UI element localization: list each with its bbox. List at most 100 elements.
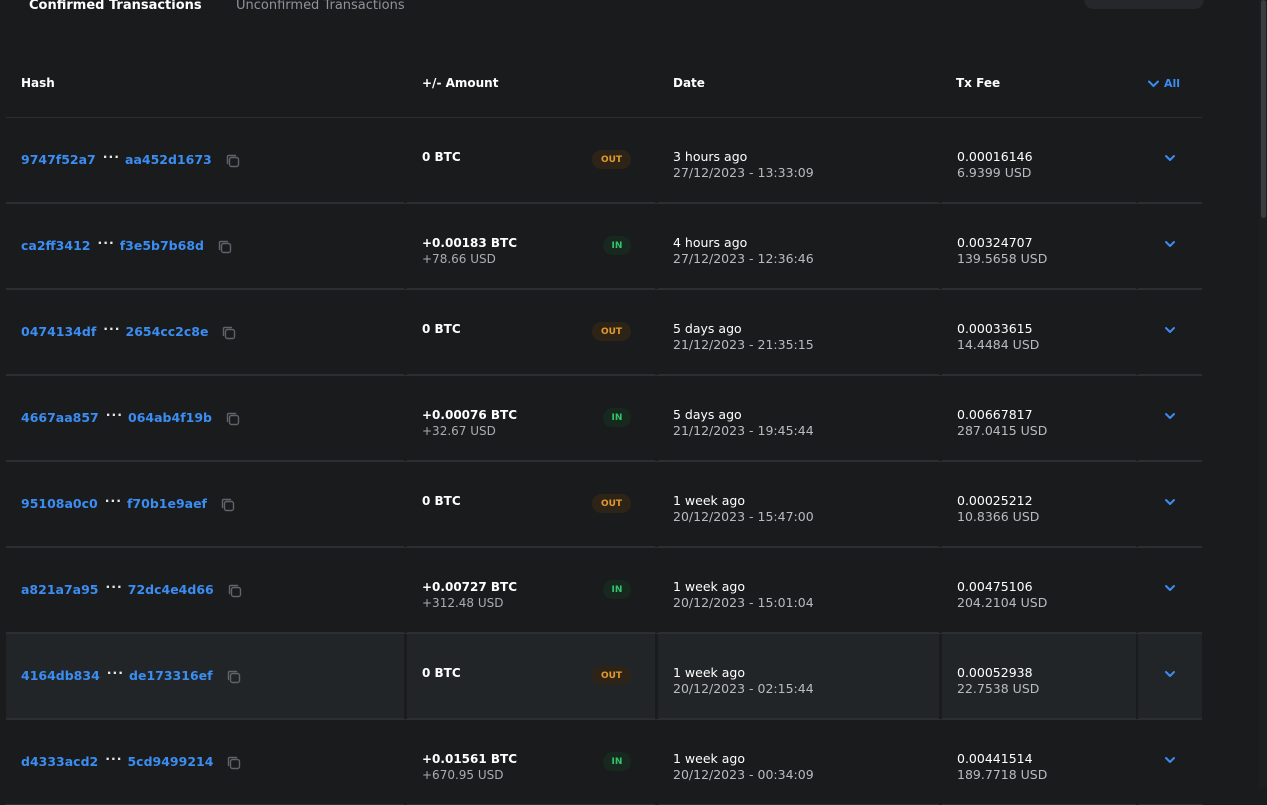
ellipsis-icon: ··· <box>104 492 122 508</box>
date-cell: 3 hours ago 27/12/2023 - 13:33:09 <box>658 118 939 203</box>
date-relative: 1 week ago <box>673 579 745 594</box>
expand-cell <box>1138 290 1202 375</box>
table-row[interactable]: 4164db834 ··· de173316ef 0 BTC OUT 1 wee… <box>6 633 1202 719</box>
tab-unconfirmed-transactions[interactable]: Unconfirmed Transactions <box>236 0 405 14</box>
fee-cell: 0.00667817 287.0415 USD <box>942 376 1136 461</box>
amount-btc: +0.00076 BTC <box>422 408 518 422</box>
copy-icon[interactable] <box>227 583 243 599</box>
amount-cell: 0 BTC OUT <box>407 118 655 203</box>
direction-badge: OUT <box>592 494 631 513</box>
hash-cell: 9747f52a7 ··· aa452d1673 <box>6 118 404 203</box>
expand-cell <box>1138 118 1202 203</box>
table-row[interactable]: ca2ff3412 ··· f3e5b7b68d +0.00183 BTC +7… <box>6 203 1202 289</box>
date-relative: 3 hours ago <box>673 149 748 164</box>
fee-cell: 0.00052938 22.7538 USD <box>942 634 1136 719</box>
direction-badge: OUT <box>592 666 631 685</box>
hash-cell: 4667aa857 ··· 064ab4f19b <box>6 376 404 461</box>
tab-confirmed-transactions[interactable]: Confirmed Transactions <box>29 0 202 14</box>
fee-cell: 0.00475106 204.2104 USD <box>942 548 1136 633</box>
copy-icon[interactable] <box>226 755 242 771</box>
transaction-hash-link[interactable]: d4333acd2 ··· 5cd9499214 <box>21 751 242 771</box>
transaction-hash-link[interactable]: 0474134df ··· 2654cc2c8e <box>21 320 237 341</box>
ellipsis-icon: ··· <box>103 320 121 336</box>
table-row[interactable]: 0474134df ··· 2654cc2c8e 0 BTC OUT 5 day… <box>6 289 1202 375</box>
direction-badge: IN <box>603 408 631 427</box>
column-header-amount: +/- Amount <box>422 76 499 90</box>
chevron-down-icon[interactable] <box>1164 668 1176 680</box>
date-relative: 1 week ago <box>673 751 745 766</box>
hash-end: 2654cc2c8e <box>125 323 209 339</box>
hash-start: 0474134df <box>21 323 97 339</box>
date-cell: 1 week ago 20/12/2023 - 02:15:44 <box>658 634 939 719</box>
hash-cell: 95108a0c0 ··· f70b1e9aef <box>6 462 404 547</box>
hash-cell: a821a7a95 ··· 72dc4e4d66 <box>6 548 404 633</box>
date-full: 20/12/2023 - 15:47:00 <box>673 509 814 524</box>
transaction-hash-link[interactable]: ca2ff3412 ··· f3e5b7b68d <box>21 235 233 255</box>
copy-icon[interactable] <box>225 153 241 169</box>
hash-end: 064ab4f19b <box>128 409 212 425</box>
fee-btc: 0.00441514 <box>957 751 1033 766</box>
filter-all-dropdown[interactable]: All <box>1148 76 1180 91</box>
toolbar-pill[interactable] <box>1084 0 1204 9</box>
date-full: 20/12/2023 - 02:15:44 <box>673 681 814 696</box>
amount-cell: +0.00076 BTC +32.67 USD IN <box>407 376 655 461</box>
chevron-down-icon[interactable] <box>1164 754 1176 766</box>
expand-cell <box>1138 204 1202 289</box>
hash-cell: ca2ff3412 ··· f3e5b7b68d <box>6 204 404 289</box>
hash-end: aa452d1673 <box>125 151 212 167</box>
expand-cell <box>1138 376 1202 461</box>
table-row[interactable]: d4333acd2 ··· 5cd9499214 +0.01561 BTC +6… <box>6 719 1202 805</box>
chevron-down-icon[interactable] <box>1164 496 1176 508</box>
copy-icon[interactable] <box>221 325 237 341</box>
hash-start: d4333acd2 <box>21 753 99 769</box>
transaction-hash-link[interactable]: 9747f52a7 ··· aa452d1673 <box>21 148 241 169</box>
amount-cell: 0 BTC OUT <box>407 462 655 547</box>
fee-usd: 6.9399 USD <box>957 165 1032 180</box>
chevron-down-icon[interactable] <box>1164 238 1176 250</box>
transaction-hash-link[interactable]: 95108a0c0 ··· f70b1e9aef <box>21 492 236 513</box>
ellipsis-icon: ··· <box>105 406 124 422</box>
copy-icon[interactable] <box>217 239 233 255</box>
scrollbar-thumb[interactable] <box>1261 0 1266 218</box>
amount-btc: 0 BTC <box>422 494 461 508</box>
amount-usd: +32.67 USD <box>422 424 496 438</box>
fee-usd: 14.4484 USD <box>957 337 1040 352</box>
copy-icon[interactable] <box>225 411 241 427</box>
date-relative: 1 week ago <box>673 665 745 680</box>
chevron-down-icon[interactable] <box>1164 324 1176 336</box>
date-relative: 1 week ago <box>673 493 745 508</box>
transaction-hash-link[interactable]: 4164db834 ··· de173316ef <box>21 665 242 685</box>
amount-btc: +0.01561 BTC <box>422 752 518 766</box>
tab-bar: Confirmed Transactions Unconfirmed Trans… <box>0 0 1267 20</box>
table-row[interactable]: 4667aa857 ··· 064ab4f19b +0.00076 BTC +3… <box>6 375 1202 461</box>
ellipsis-icon: ··· <box>102 148 121 164</box>
fee-btc: 0.00016146 <box>957 149 1033 164</box>
fee-btc: 0.00033615 <box>957 321 1033 336</box>
direction-badge: OUT <box>592 322 631 341</box>
fee-btc: 0.00052938 <box>957 665 1033 680</box>
fee-cell: 0.00025212 10.8366 USD <box>942 462 1136 547</box>
table-row[interactable]: 9747f52a7 ··· aa452d1673 0 BTC OUT 3 hou… <box>6 117 1202 203</box>
expand-cell <box>1138 720 1202 805</box>
chevron-down-icon <box>1148 80 1159 87</box>
chevron-down-icon[interactable] <box>1164 582 1176 594</box>
amount-cell: 0 BTC OUT <box>407 634 655 719</box>
chevron-down-icon[interactable] <box>1164 152 1176 164</box>
date-full: 20/12/2023 - 15:01:04 <box>673 595 814 610</box>
fee-btc: 0.00667817 <box>957 407 1033 422</box>
date-cell: 1 week ago 20/12/2023 - 15:47:00 <box>658 462 939 547</box>
date-cell: 4 hours ago 27/12/2023 - 12:36:46 <box>658 204 939 289</box>
copy-icon[interactable] <box>220 497 236 513</box>
transaction-hash-link[interactable]: a821a7a95 ··· 72dc4e4d66 <box>21 579 243 599</box>
hash-cell: 0474134df ··· 2654cc2c8e <box>6 290 404 375</box>
copy-icon[interactable] <box>226 669 242 685</box>
amount-usd: +312.48 USD <box>422 596 504 610</box>
date-cell: 5 days ago 21/12/2023 - 19:45:44 <box>658 376 939 461</box>
chevron-down-icon[interactable] <box>1164 410 1176 422</box>
date-full: 27/12/2023 - 13:33:09 <box>673 165 814 180</box>
amount-btc: +0.00183 BTC <box>422 236 518 250</box>
fee-usd: 204.2104 USD <box>957 595 1048 610</box>
table-row[interactable]: a821a7a95 ··· 72dc4e4d66 +0.00727 BTC +3… <box>6 547 1202 633</box>
table-row[interactable]: 95108a0c0 ··· f70b1e9aef 0 BTC OUT 1 wee… <box>6 461 1202 547</box>
transaction-hash-link[interactable]: 4667aa857 ··· 064ab4f19b <box>21 406 241 427</box>
